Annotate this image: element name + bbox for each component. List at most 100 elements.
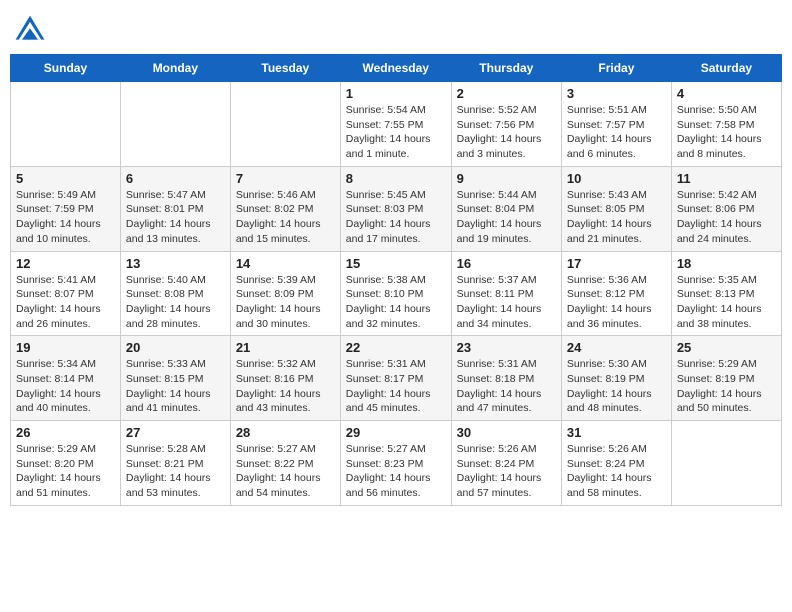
day-info: Sunrise: 5:51 AM Sunset: 7:57 PM Dayligh… bbox=[567, 103, 666, 162]
calendar-week-row: 12 Sunrise: 5:41 AM Sunset: 8:07 PM Dayli… bbox=[11, 251, 782, 336]
day-info: Sunrise: 5:27 AM Sunset: 8:23 PM Dayligh… bbox=[346, 442, 446, 501]
day-number: 20 bbox=[126, 340, 225, 355]
calendar-cell: 4 Sunrise: 5:50 AM Sunset: 7:58 PM Daylig… bbox=[671, 82, 781, 167]
day-number: 23 bbox=[457, 340, 556, 355]
calendar-cell bbox=[230, 82, 340, 167]
day-info: Sunrise: 5:40 AM Sunset: 8:08 PM Dayligh… bbox=[126, 273, 225, 332]
calendar-cell: 22Sunrise: 5:31 AM Sunset: 8:17 PM Dayli… bbox=[340, 336, 451, 421]
day-number: 30 bbox=[457, 425, 556, 440]
calendar-cell: 30 Sunrise: 5:26 AM Sunset: 8:24 PM Dayli… bbox=[451, 421, 561, 506]
day-info: Sunrise: 5:31 AM Sunset: 8:18 PM Dayligh… bbox=[457, 357, 556, 416]
day-number: 26 bbox=[16, 425, 115, 440]
day-info: Sunrise: 5:50 AM Sunset: 7:58 PM Dayligh… bbox=[677, 103, 776, 162]
logo-icon bbox=[14, 14, 46, 46]
day-number: 17 bbox=[567, 256, 666, 271]
calendar-cell: 8 Sunrise: 5:45 AM Sunset: 8:03 PM Daylig… bbox=[340, 166, 451, 251]
day-number: 18 bbox=[677, 256, 776, 271]
day-number: 4 bbox=[677, 86, 776, 101]
day-of-week-header: Sunday bbox=[11, 55, 121, 82]
day-info: Sunrise: 5:28 AM Sunset: 8:21 PM Dayligh… bbox=[126, 442, 225, 501]
day-number: 25 bbox=[677, 340, 776, 355]
day-number: 3 bbox=[567, 86, 666, 101]
day-info: Sunrise: 5:38 AM Sunset: 8:10 PM Dayligh… bbox=[346, 273, 446, 332]
calendar-cell: 29 Sunrise: 5:27 AM Sunset: 8:23 PM Dayli… bbox=[340, 421, 451, 506]
calendar-week-row: 26 Sunrise: 5:29 AM Sunset: 8:20 PM Dayli… bbox=[11, 421, 782, 506]
day-info: Sunrise: 5:37 AM Sunset: 8:11 PM Dayligh… bbox=[457, 273, 556, 332]
day-info: Sunrise: 5:27 AM Sunset: 8:22 PM Dayligh… bbox=[236, 442, 335, 501]
day-info: Sunrise: 5:35 AM Sunset: 8:13 PM Dayligh… bbox=[677, 273, 776, 332]
day-info: Sunrise: 5:26 AM Sunset: 8:24 PM Dayligh… bbox=[567, 442, 666, 501]
calendar-week-row: 5 Sunrise: 5:49 AM Sunset: 7:59 PM Daylig… bbox=[11, 166, 782, 251]
day-info: Sunrise: 5:31 AM Sunset: 8:17 PM Dayligh… bbox=[346, 357, 446, 416]
calendar-cell: 18 Sunrise: 5:35 AM Sunset: 8:13 PM Dayli… bbox=[671, 251, 781, 336]
day-of-week-header: Monday bbox=[120, 55, 230, 82]
day-number: 12 bbox=[16, 256, 115, 271]
calendar-cell: 26 Sunrise: 5:29 AM Sunset: 8:20 PM Dayli… bbox=[11, 421, 121, 506]
calendar-cell: 13 Sunrise: 5:40 AM Sunset: 8:08 PM Dayli… bbox=[120, 251, 230, 336]
day-number: 2 bbox=[457, 86, 556, 101]
calendar-cell: 28 Sunrise: 5:27 AM Sunset: 8:22 PM Dayli… bbox=[230, 421, 340, 506]
day-info: Sunrise: 5:34 AM Sunset: 8:14 PM Dayligh… bbox=[16, 357, 115, 416]
day-info: Sunrise: 5:33 AM Sunset: 8:15 PM Dayligh… bbox=[126, 357, 225, 416]
calendar-header-row: SundayMondayTuesdayWednesdayThursdayFrid… bbox=[11, 55, 782, 82]
day-number: 16 bbox=[457, 256, 556, 271]
calendar-cell: 15 Sunrise: 5:38 AM Sunset: 8:10 PM Dayli… bbox=[340, 251, 451, 336]
calendar-cell: 14 Sunrise: 5:39 AM Sunset: 8:09 PM Dayli… bbox=[230, 251, 340, 336]
calendar-cell: 5 Sunrise: 5:49 AM Sunset: 7:59 PM Daylig… bbox=[11, 166, 121, 251]
calendar-cell: 9 Sunrise: 5:44 AM Sunset: 8:04 PM Daylig… bbox=[451, 166, 561, 251]
day-info: Sunrise: 5:45 AM Sunset: 8:03 PM Dayligh… bbox=[346, 188, 446, 247]
day-number: 24 bbox=[567, 340, 666, 355]
calendar-cell: 31 Sunrise: 5:26 AM Sunset: 8:24 PM Dayli… bbox=[561, 421, 671, 506]
calendar-cell: 25 Sunrise: 5:29 AM Sunset: 8:19 PM Dayli… bbox=[671, 336, 781, 421]
day-info: Sunrise: 5:29 AM Sunset: 8:20 PM Dayligh… bbox=[16, 442, 115, 501]
day-number: 10 bbox=[567, 171, 666, 186]
calendar-body: 1 Sunrise: 5:54 AM Sunset: 7:55 PM Daylig… bbox=[11, 82, 782, 506]
day-number: 7 bbox=[236, 171, 335, 186]
day-number: 5 bbox=[16, 171, 115, 186]
calendar-week-row: 19 Sunrise: 5:34 AM Sunset: 8:14 PM Dayli… bbox=[11, 336, 782, 421]
calendar-cell: 3 Sunrise: 5:51 AM Sunset: 7:57 PM Daylig… bbox=[561, 82, 671, 167]
day-info: Sunrise: 5:46 AM Sunset: 8:02 PM Dayligh… bbox=[236, 188, 335, 247]
day-info: Sunrise: 5:44 AM Sunset: 8:04 PM Dayligh… bbox=[457, 188, 556, 247]
calendar-cell: 23 Sunrise: 5:31 AM Sunset: 8:18 PM Dayli… bbox=[451, 336, 561, 421]
day-number: 1 bbox=[346, 86, 446, 101]
calendar-week-row: 1 Sunrise: 5:54 AM Sunset: 7:55 PM Daylig… bbox=[11, 82, 782, 167]
day-info: Sunrise: 5:49 AM Sunset: 7:59 PM Dayligh… bbox=[16, 188, 115, 247]
day-number: 11 bbox=[677, 171, 776, 186]
day-info: Sunrise: 5:29 AM Sunset: 8:19 PM Dayligh… bbox=[677, 357, 776, 416]
day-number: 9 bbox=[457, 171, 556, 186]
calendar-cell bbox=[120, 82, 230, 167]
day-info: Sunrise: 5:26 AM Sunset: 8:24 PM Dayligh… bbox=[457, 442, 556, 501]
calendar-cell: 1 Sunrise: 5:54 AM Sunset: 7:55 PM Daylig… bbox=[340, 82, 451, 167]
day-info: Sunrise: 5:41 AM Sunset: 8:07 PM Dayligh… bbox=[16, 273, 115, 332]
day-info: Sunrise: 5:52 AM Sunset: 7:56 PM Dayligh… bbox=[457, 103, 556, 162]
calendar-cell bbox=[671, 421, 781, 506]
day-number: 29 bbox=[346, 425, 446, 440]
day-number: 28 bbox=[236, 425, 335, 440]
day-number: 13 bbox=[126, 256, 225, 271]
day-info: Sunrise: 5:39 AM Sunset: 8:09 PM Dayligh… bbox=[236, 273, 335, 332]
day-number: 6 bbox=[126, 171, 225, 186]
calendar-cell: 11Sunrise: 5:42 AM Sunset: 8:06 PM Dayli… bbox=[671, 166, 781, 251]
calendar-table: SundayMondayTuesdayWednesdayThursdayFrid… bbox=[10, 54, 782, 506]
page-header bbox=[10, 10, 782, 46]
calendar-cell: 19 Sunrise: 5:34 AM Sunset: 8:14 PM Dayli… bbox=[11, 336, 121, 421]
day-info: Sunrise: 5:54 AM Sunset: 7:55 PM Dayligh… bbox=[346, 103, 446, 162]
day-of-week-header: Thursday bbox=[451, 55, 561, 82]
day-info: Sunrise: 5:32 AM Sunset: 8:16 PM Dayligh… bbox=[236, 357, 335, 416]
day-number: 21 bbox=[236, 340, 335, 355]
day-number: 19 bbox=[16, 340, 115, 355]
calendar-cell: 24Sunrise: 5:30 AM Sunset: 8:19 PM Dayli… bbox=[561, 336, 671, 421]
day-of-week-header: Saturday bbox=[671, 55, 781, 82]
day-of-week-header: Wednesday bbox=[340, 55, 451, 82]
calendar-cell: 27 Sunrise: 5:28 AM Sunset: 8:21 PM Dayli… bbox=[120, 421, 230, 506]
calendar-cell: 20 Sunrise: 5:33 AM Sunset: 8:15 PM Dayli… bbox=[120, 336, 230, 421]
day-number: 14 bbox=[236, 256, 335, 271]
calendar-cell: 6Sunrise: 5:47 AM Sunset: 8:01 PM Daylig… bbox=[120, 166, 230, 251]
day-number: 27 bbox=[126, 425, 225, 440]
day-number: 15 bbox=[346, 256, 446, 271]
day-number: 31 bbox=[567, 425, 666, 440]
day-number: 8 bbox=[346, 171, 446, 186]
calendar-cell bbox=[11, 82, 121, 167]
calendar-cell: 16 Sunrise: 5:37 AM Sunset: 8:11 PM Dayli… bbox=[451, 251, 561, 336]
